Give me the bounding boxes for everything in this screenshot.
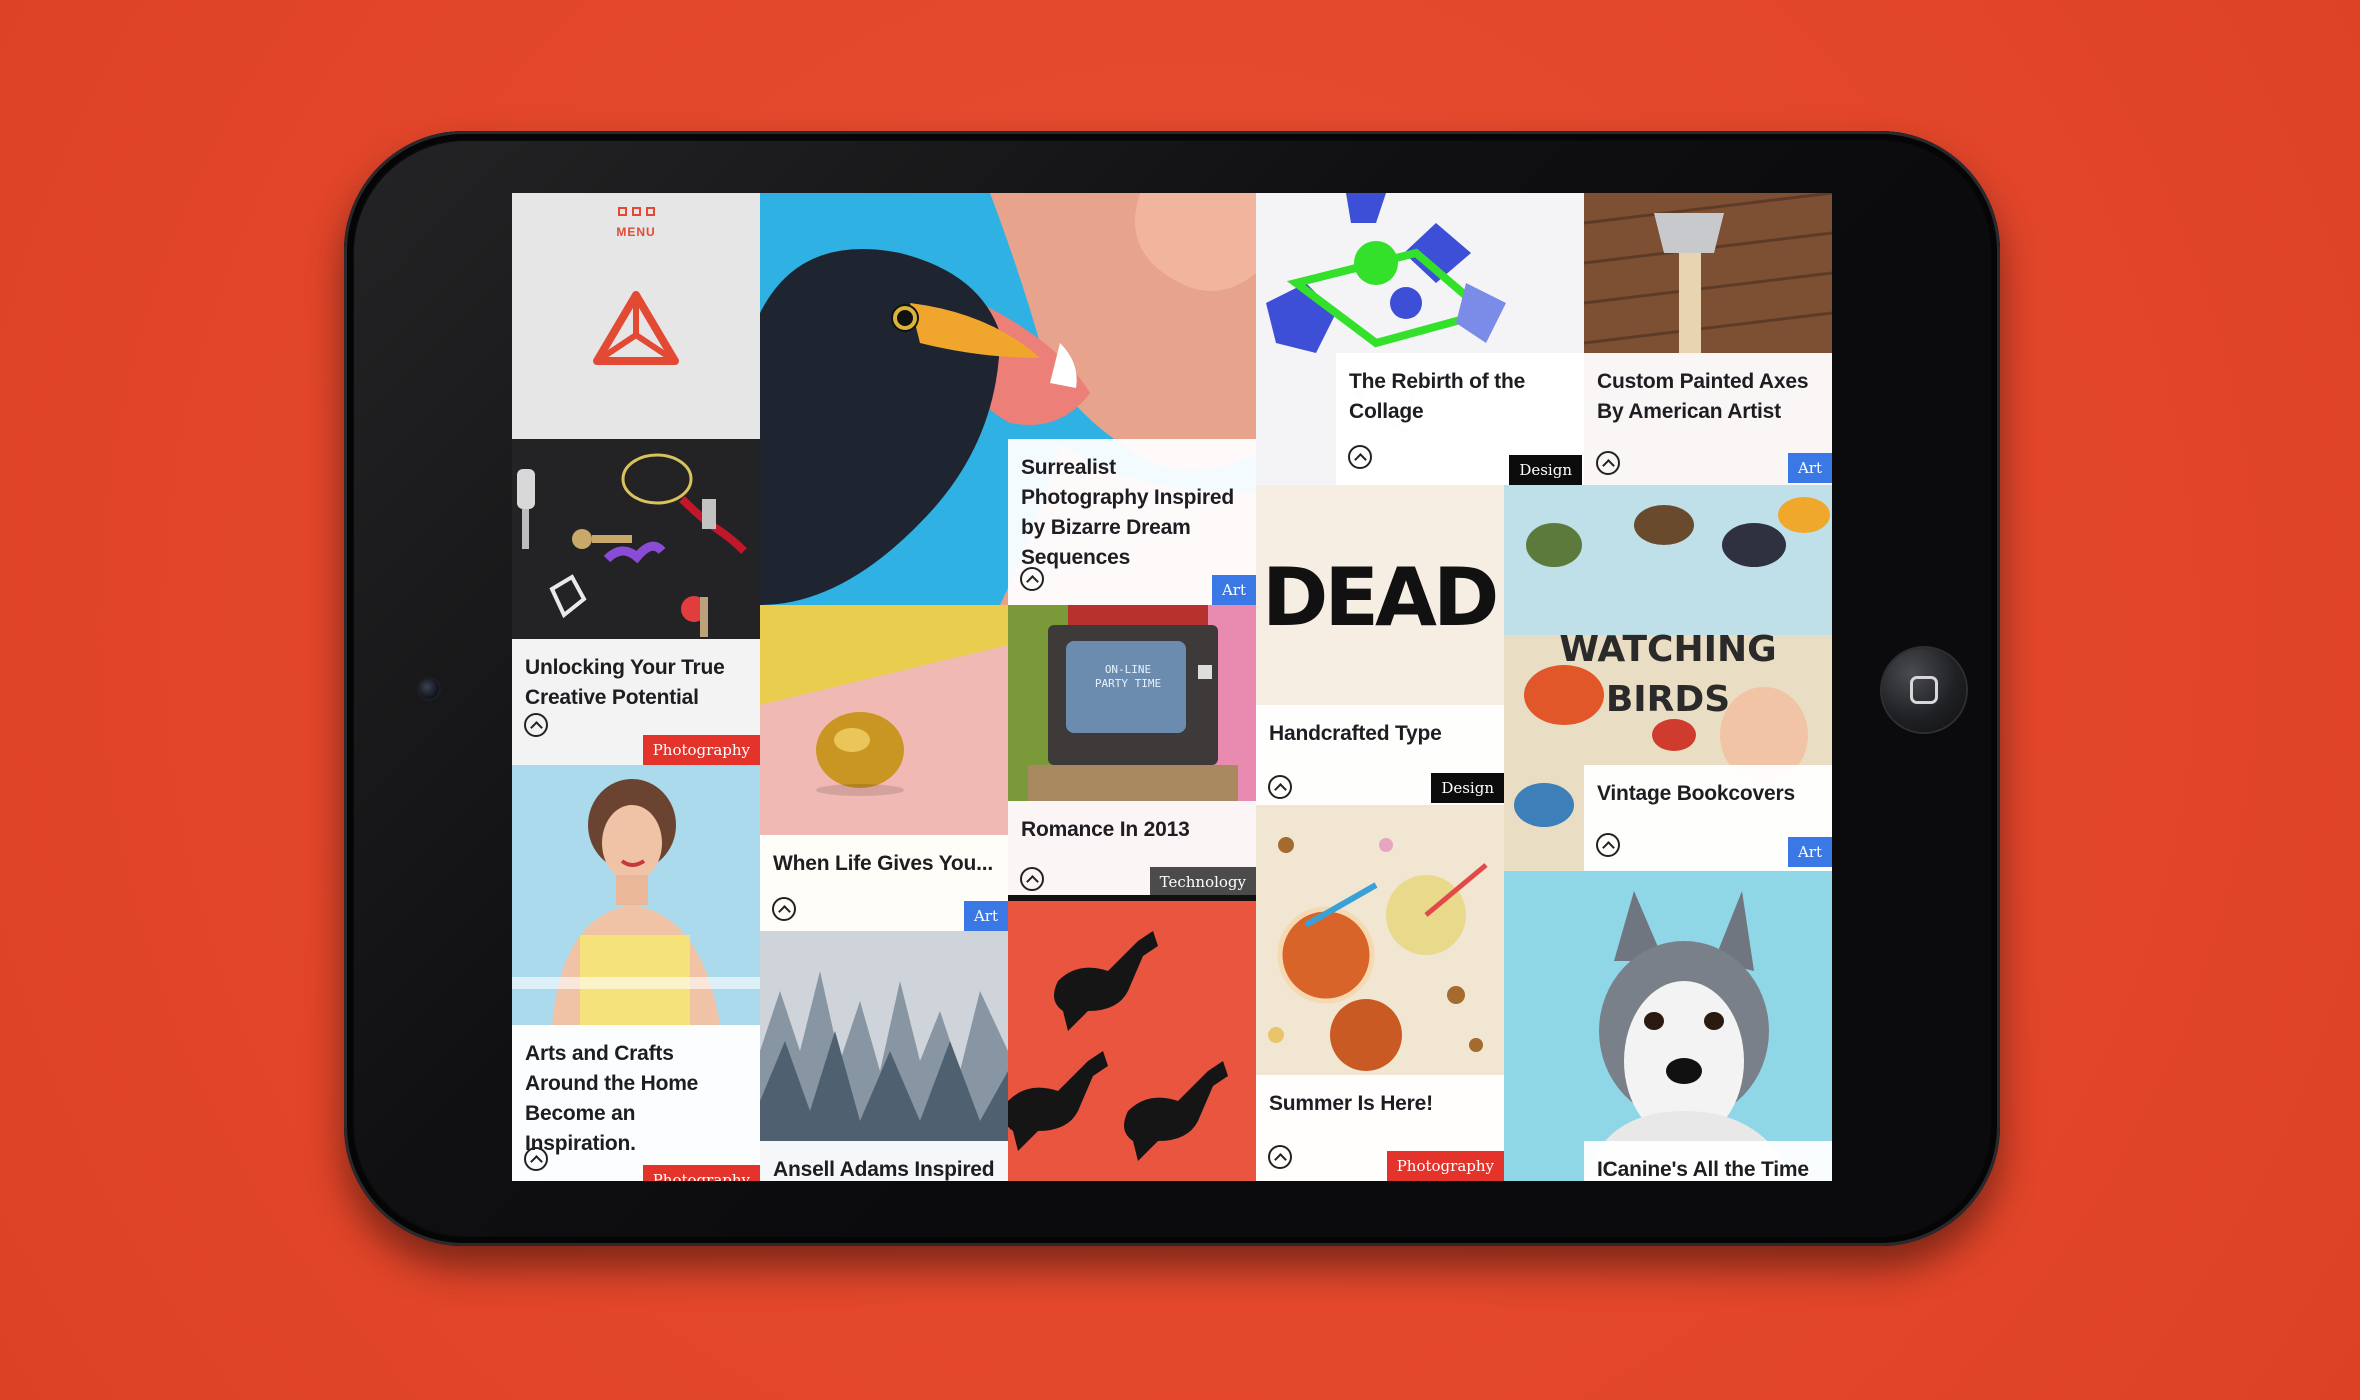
category-tag[interactable]: Art	[963, 901, 1008, 931]
article-card[interactable]: Ansell Adams Inspired	[760, 1141, 1008, 1181]
category-tag[interactable]: Photography	[1386, 1151, 1504, 1181]
article-title[interactable]: Ansell Adams Inspired	[773, 1155, 998, 1181]
article-tile-creative-potential[interactable]: Unlocking Your True Creative Potential P…	[512, 439, 760, 765]
upvote-icon[interactable]	[1596, 833, 1620, 857]
category-tag[interactable]: Art	[1211, 575, 1256, 605]
article-tile-collage[interactable]: The Rebirth of the Collage Design	[1256, 193, 1584, 485]
article-tile-bookcovers[interactable]: WATCHING BIRDS Vintage Bookcovers Art	[1504, 485, 1832, 871]
article-card[interactable]: Romance In 2013 Technology	[1008, 801, 1256, 895]
book-cover-line: BIRDS	[1605, 679, 1731, 720]
article-tile-canine[interactable]: ICanine's All the Time	[1504, 871, 1832, 1181]
article-tile-ansell-adams[interactable]: Ansell Adams Inspired	[760, 931, 1008, 1181]
axe-image	[1584, 193, 1832, 353]
dinosaur-tile[interactable]	[1008, 901, 1256, 1181]
tv-screen-line: PARTY TIME	[1094, 677, 1162, 690]
upvote-icon[interactable]	[1348, 445, 1372, 469]
upvote-icon[interactable]	[1596, 451, 1620, 475]
article-card[interactable]: The Rebirth of the Collage Design	[1336, 353, 1584, 485]
triangle-logo-icon[interactable]	[593, 291, 679, 365]
article-tile-handcrafted-type[interactable]: DEAD Handcrafted Type Design	[1256, 485, 1504, 805]
article-title[interactable]: When Life Gives You...	[773, 849, 998, 879]
book-cover-line: WATCHING	[1559, 629, 1777, 670]
upvote-icon[interactable]	[1268, 775, 1292, 799]
article-card[interactable]: Arts and Crafts Around the Home Become a…	[512, 1025, 760, 1181]
category-tag[interactable]: Art	[1787, 453, 1832, 483]
article-card[interactable]: Surrealist Photography Inspired by Bizar…	[1008, 439, 1256, 605]
article-title[interactable]: Romance In 2013	[1021, 815, 1246, 845]
upvote-icon[interactable]	[1268, 1145, 1292, 1169]
article-title[interactable]: Arts and Crafts Around the Home Become a…	[525, 1039, 750, 1159]
upvote-icon[interactable]	[772, 897, 796, 921]
drinks-image	[1256, 805, 1504, 1075]
article-tile-romance[interactable]: ON-LINE PARTY TIME Romance In 2013 Techn…	[1008, 605, 1256, 895]
menu-tile[interactable]: MENU	[512, 193, 760, 439]
article-tile-surrealist[interactable]: Surrealist Photography Inspired by Bizar…	[760, 193, 1256, 605]
upvote-icon[interactable]	[1020, 867, 1044, 891]
article-title[interactable]: The Rebirth of the Collage	[1349, 367, 1574, 427]
article-card[interactable]: Unlocking Your True Creative Potential P…	[512, 639, 760, 765]
article-title[interactable]: ICanine's All the Time	[1597, 1155, 1822, 1181]
keys-image	[512, 439, 760, 639]
tv-screen-line: ON-LINE	[1104, 663, 1152, 676]
tv-image	[1008, 605, 1256, 801]
category-tag[interactable]: Design	[1509, 455, 1582, 485]
husky-image	[1504, 871, 1832, 1181]
article-title[interactable]: Surrealist Photography Inspired by Bizar…	[1021, 453, 1246, 573]
lemon-image	[760, 605, 1008, 835]
watching-birds-text: WATCHING BIRDS	[1504, 625, 1832, 725]
category-tag[interactable]: Photography	[642, 1165, 760, 1181]
article-title[interactable]: Custom Painted Axes By American Artist	[1597, 367, 1822, 427]
article-tile-arts-crafts[interactable]: Arts and Crafts Around the Home Become a…	[512, 765, 760, 1181]
upvote-icon[interactable]	[524, 713, 548, 737]
article-tile-axes[interactable]: Custom Painted Axes By American Artist A…	[1584, 193, 1832, 485]
article-card[interactable]: When Life Gives You... Art	[760, 835, 1008, 931]
dead-type-image: DEAD	[1262, 551, 1499, 644]
woman-image	[512, 765, 760, 1025]
category-tag[interactable]: Art	[1787, 837, 1832, 867]
article-title[interactable]: Handcrafted Type	[1269, 719, 1494, 749]
upvote-icon[interactable]	[1020, 567, 1044, 591]
dinosaur-image	[1008, 901, 1256, 1181]
camera-icon	[419, 679, 439, 699]
article-card[interactable]: Vintage Bookcovers Art	[1584, 765, 1832, 871]
app-screen: MENU Unlocking Your True Creative Potent…	[512, 193, 1832, 1181]
article-card[interactable]: Handcrafted Type Design	[1256, 705, 1504, 805]
tv-screen-text: ON-LINE PARTY TIME	[1088, 663, 1168, 691]
article-title[interactable]: Vintage Bookcovers	[1597, 779, 1822, 809]
category-tag[interactable]: Design	[1431, 773, 1504, 803]
article-title[interactable]: Unlocking Your True Creative Potential	[525, 653, 750, 713]
upvote-icon[interactable]	[524, 1147, 548, 1171]
category-tag[interactable]: Technology	[1149, 867, 1256, 895]
menu-label[interactable]: MENU	[512, 225, 760, 239]
home-button[interactable]	[1882, 648, 1966, 732]
article-tile-summer[interactable]: Summer Is Here! Photography	[1256, 805, 1504, 1181]
article-card[interactable]: Custom Painted Axes By American Artist A…	[1584, 353, 1832, 485]
article-card[interactable]: Summer Is Here! Photography	[1256, 1075, 1504, 1181]
home-square-icon	[1910, 676, 1938, 704]
category-tag[interactable]: Photography	[642, 735, 760, 765]
menu-grid-icon[interactable]	[618, 207, 655, 216]
article-title[interactable]: Summer Is Here!	[1269, 1089, 1494, 1119]
article-tile-life-gives[interactable]: When Life Gives You... Art	[760, 605, 1008, 931]
article-card[interactable]: ICanine's All the Time	[1584, 1141, 1832, 1181]
